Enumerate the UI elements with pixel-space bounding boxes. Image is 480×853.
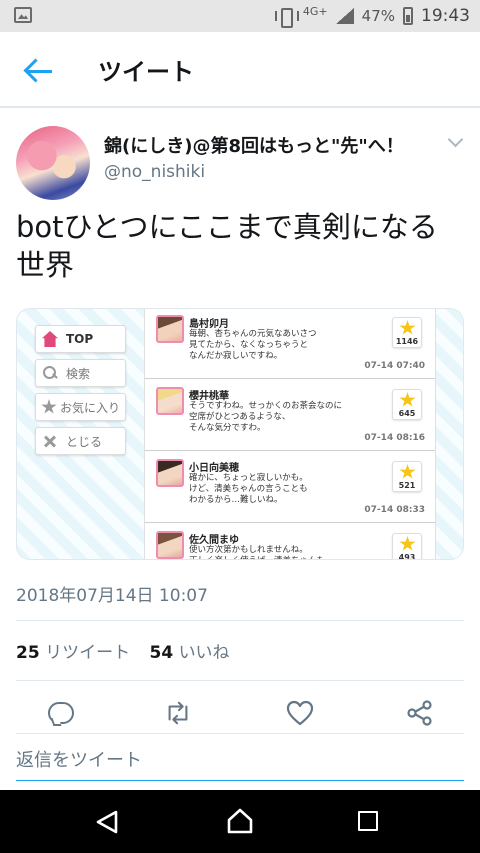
reply-input-underline <box>16 780 464 781</box>
divider <box>16 733 464 734</box>
character-avatar <box>156 459 184 487</box>
character-name: 佐久間まゆ <box>189 535 239 546</box>
media-list-item: 櫻井桃華 そうですわね。せっかくのお茶会なのに 空席がひとつあるような、 そんな… <box>145 381 435 451</box>
media-list-item: 佐久間まゆ 使い方次第かもしれませんね。 正しく楽しく使えば、清美ちゃんも 49… <box>145 525 435 560</box>
network-type: 4G+ <box>302 4 328 18</box>
star-icon <box>399 320 416 335</box>
star-icon <box>41 399 57 414</box>
media-list-item: 小日向美穂 確かに、ちょっと寂しいかも。 けど、清美ちゃんの言うことも わかるか… <box>145 453 435 523</box>
media-list-item: 島村卯月 毎朝、杏ちゃんの元気なあいさつ 見てたから、なくなっちゃうと なんだか… <box>145 309 435 379</box>
vibrate-icon <box>274 7 299 28</box>
nav-home-icon[interactable] <box>226 807 254 835</box>
tweet-text: botひとつにここまで真剣になる世界 <box>16 210 438 282</box>
tweet-media-image[interactable]: TOP 検索 お気に入り とじる 島村卯月 毎朝、杏ちゃんの元気なあいさつ 見て… <box>16 308 464 560</box>
star-icon <box>399 536 416 551</box>
divider <box>16 680 464 681</box>
nav-back-icon[interactable] <box>94 809 120 835</box>
star-icon <box>399 392 416 407</box>
search-icon <box>42 365 58 381</box>
favorite-badge: 521 <box>392 461 422 492</box>
favorite-count: 1146 <box>395 337 419 346</box>
media-nav-label: 検索 <box>66 366 91 381</box>
message-time: 07-14 07:40 <box>364 361 425 371</box>
engagement-stats: 25 リツイート 54 いいね <box>16 638 230 663</box>
heart-icon[interactable] <box>286 700 314 726</box>
character-avatar <box>156 387 184 415</box>
retweet-icon[interactable] <box>164 700 192 726</box>
media-nav-label: TOP <box>66 332 94 346</box>
like-label[interactable]: いいね <box>179 643 230 663</box>
like-count[interactable]: 54 <box>149 643 173 663</box>
favorite-badge: 493 <box>392 533 422 560</box>
media-nav-label: お気に入り <box>60 400 121 415</box>
character-avatar <box>156 531 184 559</box>
character-name: 島村卯月 <box>189 319 229 330</box>
reply-input[interactable]: 返信をツイート <box>16 746 142 772</box>
image-notification-icon <box>14 7 32 23</box>
favorite-badge: 1146 <box>392 317 422 348</box>
home-icon <box>42 331 58 347</box>
reply-icon[interactable] <box>46 700 74 726</box>
message-time: 07-14 08:33 <box>364 505 425 515</box>
character-name: 櫻井桃華 <box>189 391 229 402</box>
battery-percent: 47% <box>361 7 395 25</box>
media-nav-favorites: お気に入り <box>35 393 126 421</box>
character-message: そうですわね。せっかくのお茶会なのに 空席がひとつあるような、 そんな気分ですわ… <box>189 401 343 433</box>
favorite-count: 493 <box>398 553 416 560</box>
app-header: ツイート <box>0 32 480 108</box>
favorite-badge: 645 <box>392 389 422 420</box>
media-nav-close: とじる <box>35 427 126 455</box>
character-message: 毎朝、杏ちゃんの元気なあいさつ 見てたから、なくなっちゃうと なんだか寂しいです… <box>189 329 317 361</box>
back-arrow-icon[interactable] <box>24 58 56 84</box>
tweet-timestamp: 2018年07月14日 10:07 <box>16 586 208 606</box>
chevron-down-icon[interactable] <box>447 131 464 148</box>
media-nav-label: とじる <box>66 434 103 449</box>
nav-recents-icon[interactable] <box>358 811 378 831</box>
character-message: 確かに、ちょっと寂しいかも。 けど、清美ちゃんの言うことも わかるから…難しいね… <box>189 473 308 505</box>
system-navigation-bar <box>0 790 480 853</box>
character-message: 使い方次第かもしれませんね。 正しく楽しく使えば、清美ちゃんも <box>189 545 325 559</box>
media-message-list: 島村卯月 毎朝、杏ちゃんの元気なあいさつ 見てたから、なくなっちゃうと なんだか… <box>144 309 436 560</box>
favorite-count: 645 <box>398 409 416 418</box>
divider <box>16 620 464 621</box>
close-icon <box>42 433 58 449</box>
avatar[interactable] <box>16 126 90 200</box>
retweet-count[interactable]: 25 <box>16 643 40 663</box>
media-nav-top: TOP <box>35 325 126 353</box>
user-display-name[interactable]: 錦(にしき)@第8回はもっと"先"へ！ <box>104 132 404 158</box>
battery-icon <box>403 7 413 25</box>
page-title: ツイート <box>98 58 194 86</box>
retweet-label[interactable]: リツイート <box>45 643 130 663</box>
message-time: 07-14 08:16 <box>364 433 425 443</box>
character-name: 小日向美穂 <box>189 463 239 474</box>
star-icon <box>399 464 416 479</box>
user-handle[interactable]: @no_nishiki <box>104 162 205 182</box>
clock: 19:43 <box>421 6 470 26</box>
media-nav-search: 検索 <box>35 359 126 387</box>
share-icon[interactable] <box>406 700 434 726</box>
character-avatar <box>156 315 184 343</box>
favorite-count: 521 <box>398 481 416 490</box>
signal-icon <box>335 8 354 24</box>
status-bar: 4G+ 47% 19:43 <box>0 0 480 32</box>
